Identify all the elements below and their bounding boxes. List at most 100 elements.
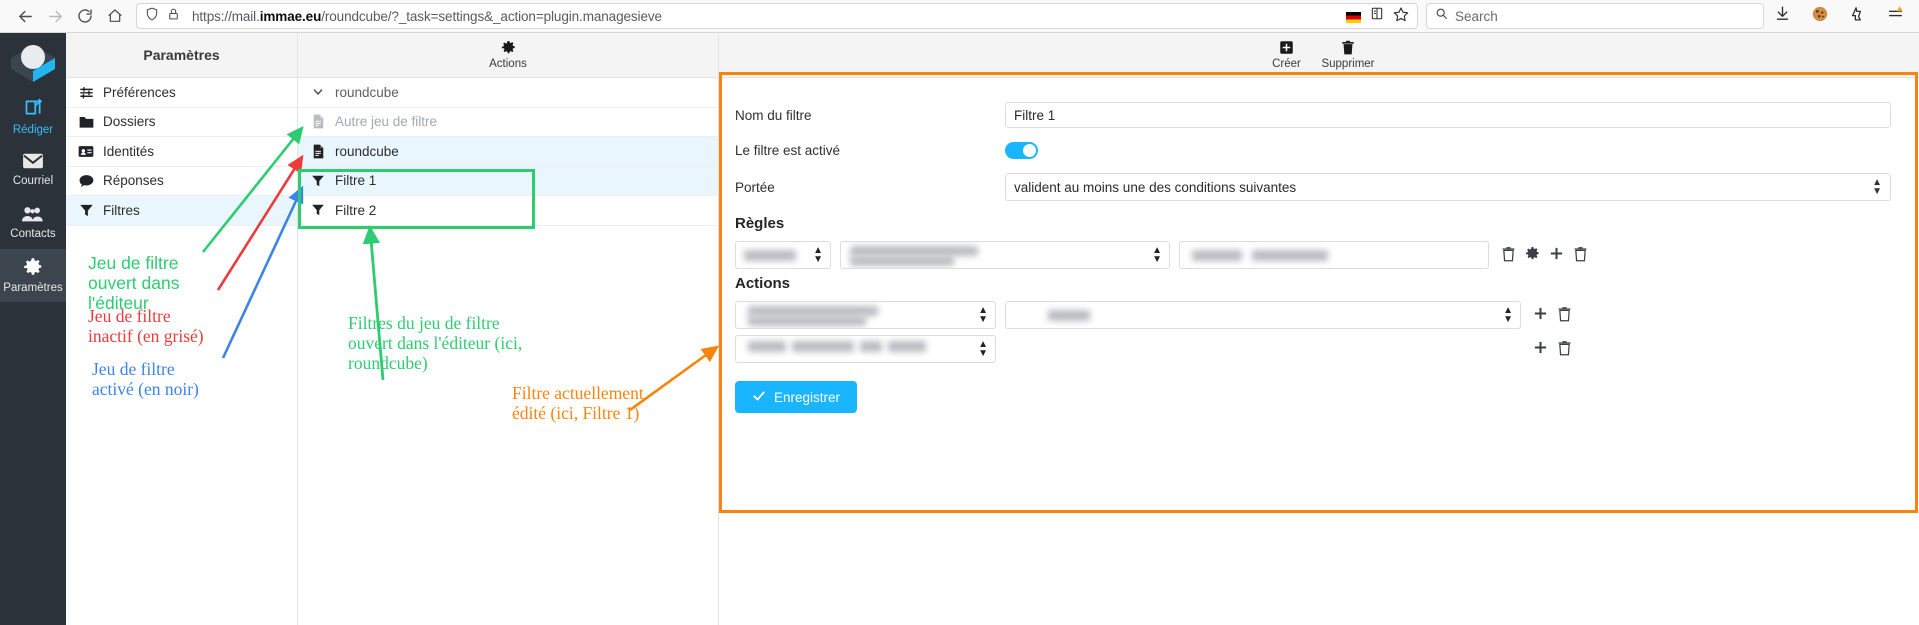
- filter-scope-row: Portée valident au moins une des conditi…: [735, 173, 1891, 201]
- folder-icon: [78, 115, 94, 129]
- rules-section-title: Règles: [735, 215, 785, 232]
- sidebar-item-filters[interactable]: Filtres: [66, 196, 297, 226]
- filter-name-row: Nom du filtre Filtre 1: [735, 102, 1891, 128]
- chevron-updown-icon: ▲ ▼: [978, 305, 988, 325]
- pocket-icon[interactable]: [1849, 5, 1866, 27]
- delete-button[interactable]: Supprimer: [1317, 39, 1378, 71]
- filterset-group-row[interactable]: roundcube: [298, 78, 718, 108]
- rule-operator-select[interactable]: ▲ ▼: [840, 241, 1170, 269]
- sidebar-label-folders: Dossiers: [103, 114, 156, 130]
- sidebar-label-identities: Identités: [103, 143, 155, 159]
- id-card-icon: [78, 145, 94, 158]
- action-row-2-controls: [1530, 340, 1573, 359]
- actions-button[interactable]: Actions: [481, 39, 535, 71]
- browser-search-bar[interactable]: Search: [1426, 3, 1764, 29]
- sidebar-item-preferences[interactable]: Préférences: [66, 78, 297, 108]
- funnel-icon: [310, 174, 326, 188]
- padlock-icon[interactable]: [167, 7, 180, 26]
- filter-form-column: Créer Supprimer Nom du filtre Filtre 1 L…: [719, 33, 1919, 625]
- rail-item-compose[interactable]: Rédiger: [0, 90, 66, 143]
- rule-header-select[interactable]: ▲ ▼: [735, 241, 831, 269]
- actions-section-title: Actions: [735, 275, 791, 292]
- url-text: https://mail.immae.eu/roundcube/?_task=s…: [192, 8, 662, 24]
- form-toolbar: Créer Supprimer: [719, 33, 1919, 78]
- filter-name-label: Nom du filtre: [735, 107, 812, 123]
- star-icon[interactable]: [1393, 6, 1409, 27]
- chevron-down-icon: [310, 86, 326, 98]
- rail-label-contacts: Contacts: [10, 228, 56, 241]
- home-button[interactable]: [100, 1, 130, 31]
- filter-scope-label: Portée: [735, 179, 775, 195]
- forward-button[interactable]: [40, 1, 70, 31]
- list-item-filtre-1[interactable]: Filtre 1: [298, 166, 718, 196]
- create-button[interactable]: Créer: [1259, 39, 1313, 71]
- chevron-updown-icon: ▲ ▼: [978, 339, 988, 359]
- gear-icon: [23, 257, 43, 281]
- trash-icon: [1341, 40, 1355, 57]
- settings-column: Paramètres Préférences Dossiers Identité…: [66, 33, 298, 625]
- funnel-icon: [78, 203, 94, 218]
- action-target-select-1[interactable]: ▲ ▼: [1005, 301, 1521, 329]
- plus-square-icon: [1279, 40, 1294, 57]
- filter-scope-select[interactable]: valident au moins une des conditions sui…: [1005, 173, 1891, 201]
- sidebar-item-folders[interactable]: Dossiers: [66, 108, 297, 137]
- url-bar[interactable]: https://mail.immae.eu/roundcube/?_task=s…: [136, 3, 1418, 29]
- speech-bubble-icon: [78, 174, 94, 188]
- action-trash-icon[interactable]: [1556, 306, 1573, 325]
- filter-scope-value: valident au moins une des conditions sui…: [1014, 179, 1297, 195]
- cookie-icon[interactable]: [1811, 5, 1829, 28]
- compose-icon: [23, 97, 44, 122]
- sidebar-item-identities[interactable]: Identités: [66, 137, 297, 167]
- filter-enabled-toggle[interactable]: [1005, 142, 1038, 159]
- roundcube-app: Rédiger Courriel Contacts Paramètres Par…: [0, 33, 1919, 625]
- action-add-icon[interactable]: [1532, 306, 1549, 324]
- filter-name-input[interactable]: Filtre 1: [1005, 102, 1891, 128]
- chevron-updown-icon: ▲ ▼: [1503, 305, 1513, 325]
- action-row-2: ▲ ▼: [735, 335, 1891, 363]
- german-flag-icon[interactable]: [1346, 11, 1361, 23]
- action-row-1: ▲ ▼ ▲ ▼: [735, 301, 1891, 329]
- browser-toolbar: https://mail.immae.eu/roundcube/?_task=s…: [0, 0, 1919, 33]
- back-button[interactable]: [10, 1, 40, 31]
- browser-chrome-right-icons: [1774, 5, 1919, 28]
- rule-add-icon[interactable]: [1548, 246, 1565, 264]
- contacts-icon: [21, 205, 45, 227]
- rule-trash-icon[interactable]: [1572, 246, 1589, 265]
- rule-row: ▲ ▼ ▲ ▼: [735, 241, 1891, 269]
- filters-toolbar: Actions: [298, 33, 718, 78]
- download-icon[interactable]: [1774, 5, 1791, 27]
- roundcube-logo: [0, 33, 66, 90]
- rail-label-settings: Paramètres: [3, 282, 63, 295]
- rule-settings-icon[interactable]: [1524, 246, 1541, 264]
- action-type-select-1[interactable]: ▲ ▼: [735, 301, 996, 329]
- shield-icon[interactable]: [145, 7, 159, 26]
- list-label-filtre-1: Filtre 1: [335, 173, 377, 189]
- save-button-label: Enregistrer: [773, 389, 841, 405]
- hamburger-menu-icon[interactable]: [1886, 5, 1905, 27]
- filters-column: Actions roundcube Autre jeu de filtre ro…: [298, 33, 719, 625]
- rail-item-settings[interactable]: Paramètres: [0, 249, 66, 302]
- settings-title: Paramètres: [66, 33, 297, 78]
- list-item-filterset-active[interactable]: roundcube: [298, 137, 718, 167]
- browser-search-placeholder: Search: [1455, 8, 1498, 24]
- list-item-filterset-inactive[interactable]: Autre jeu de filtre: [298, 108, 718, 137]
- action-type-select-2[interactable]: ▲ ▼: [735, 335, 996, 363]
- list-label-filterset-inactive: Autre jeu de filtre: [335, 114, 438, 130]
- list-label-filtre-2: Filtre 2: [335, 202, 377, 218]
- action-row-1-controls: [1530, 306, 1573, 325]
- rail-item-contacts[interactable]: Contacts: [0, 196, 66, 249]
- file-icon: [310, 114, 326, 129]
- rail-item-mail[interactable]: Courriel: [0, 143, 66, 196]
- rail-label-compose: Rédiger: [12, 123, 54, 136]
- sidebar-item-responses[interactable]: Réponses: [66, 167, 297, 196]
- reload-button[interactable]: [70, 1, 100, 31]
- save-button[interactable]: Enregistrer: [735, 381, 857, 413]
- list-item-filtre-2[interactable]: Filtre 2: [298, 196, 718, 226]
- chevron-updown-icon: ▲ ▼: [813, 245, 823, 265]
- action-trash-icon[interactable]: [1556, 340, 1573, 359]
- create-button-label: Créer: [1272, 58, 1301, 70]
- rule-value-input[interactable]: [1179, 241, 1489, 269]
- action-add-icon[interactable]: [1532, 340, 1549, 358]
- reader-view-icon[interactable]: [1370, 6, 1384, 26]
- rule-delete-icon[interactable]: [1500, 246, 1517, 265]
